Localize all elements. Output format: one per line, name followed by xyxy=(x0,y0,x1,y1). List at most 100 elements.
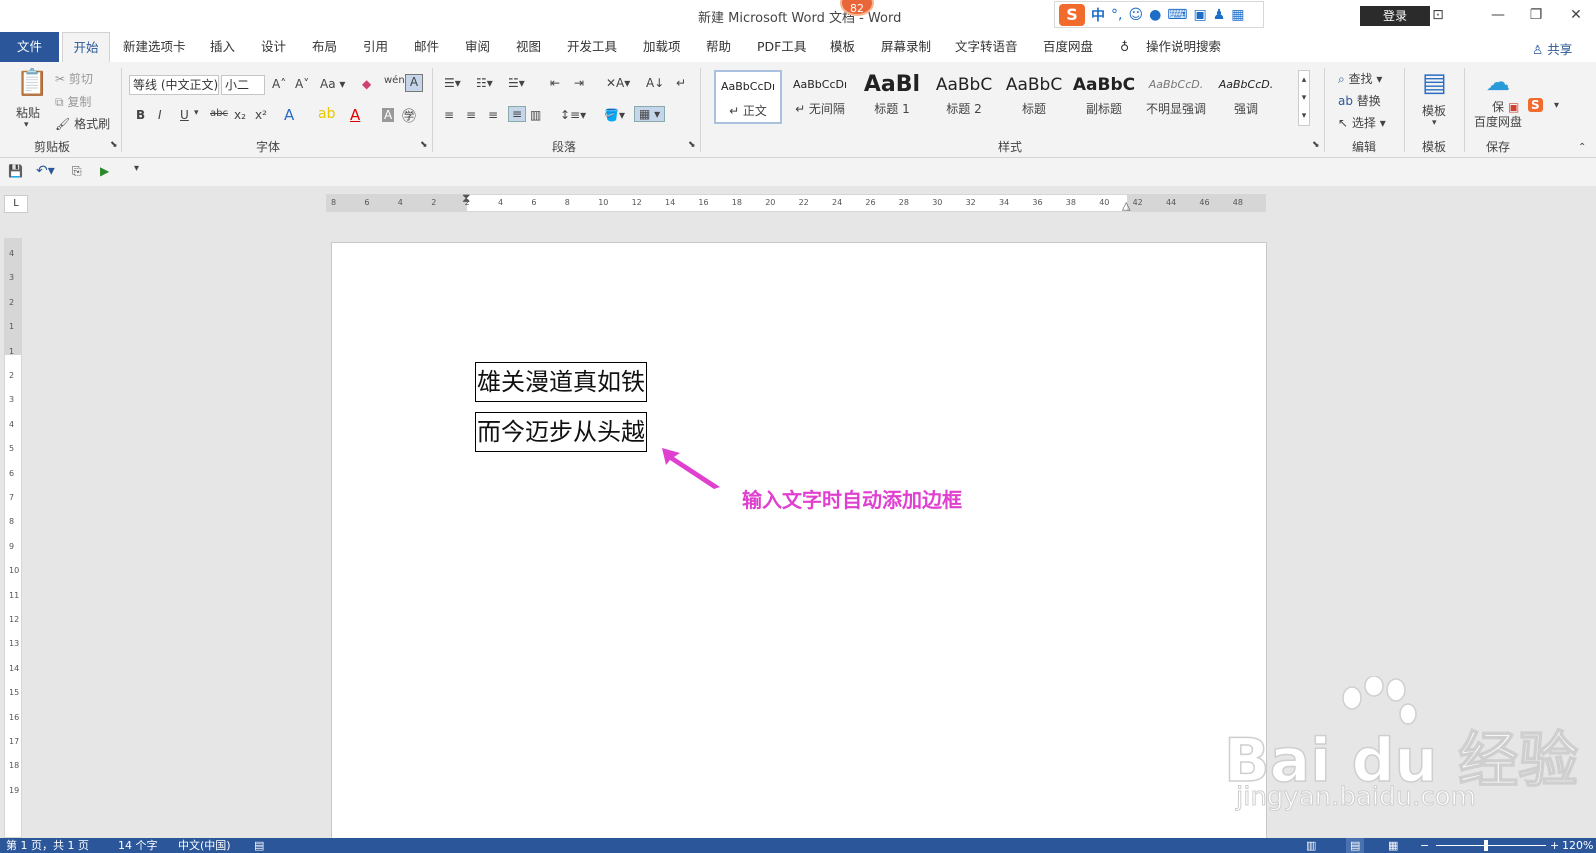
line-spacing-icon[interactable]: ↕≡▾ xyxy=(560,108,586,122)
tab-view[interactable]: 视图 xyxy=(516,32,541,62)
decrease-indent-icon[interactable]: ⇤ xyxy=(550,76,560,90)
paste-dropdown-icon[interactable]: ▾ xyxy=(24,120,29,130)
tab-addins[interactable]: 加载项 xyxy=(643,32,681,62)
style-heading-1[interactable]: AaBl 标题 1 xyxy=(858,70,926,124)
grid-icon[interactable]: ▦ xyxy=(1231,7,1244,23)
tab-templates[interactable]: 模板 xyxy=(830,32,855,62)
copy-button[interactable]: ⧉ 复制 xyxy=(55,93,91,110)
ribbon-display-options-icon[interactable]: ⊡ xyxy=(1418,4,1458,26)
paragraph-launcher-icon[interactable]: ⬊ xyxy=(688,140,696,150)
style-normal[interactable]: AaBbCcDı ↵ 正文 xyxy=(714,70,782,124)
tab-selector-icon[interactable]: L xyxy=(4,195,28,213)
tab-layout[interactable]: 布局 xyxy=(312,32,337,62)
collapse-ribbon-icon[interactable]: ⌃ xyxy=(1578,142,1586,153)
shrink-font-icon[interactable]: A˅ xyxy=(295,77,309,91)
zoom-in-icon[interactable]: + xyxy=(1550,838,1559,853)
tab-review[interactable]: 审阅 xyxy=(465,32,490,62)
indent-marker-icon[interactable]: ⧗ xyxy=(462,191,470,206)
cut-button[interactable]: ✂ 剪切 xyxy=(55,70,93,87)
tab-developer[interactable]: 开发工具 xyxy=(567,32,617,62)
sogou-logo-icon[interactable]: S xyxy=(1059,3,1085,26)
paste-icon[interactable]: 📋 xyxy=(16,68,48,98)
right-indent-icon[interactable]: △ xyxy=(1122,199,1130,212)
char-shading-icon[interactable]: A xyxy=(382,108,395,122)
sort-icon[interactable]: A↓ xyxy=(646,76,664,90)
tab-text-to-speech[interactable]: 文字转语音 xyxy=(955,32,1018,62)
tab-file[interactable]: 文件 xyxy=(0,32,59,62)
sogou-small-icon[interactable]: S xyxy=(1528,98,1543,112)
grow-font-icon[interactable]: A˄ xyxy=(272,77,286,91)
borders-icon[interactable]: ▦ ▾ xyxy=(634,106,666,122)
clipboard-qat-icon[interactable]: ⎘ xyxy=(72,164,82,179)
phonetic-guide-icon[interactable]: wén xyxy=(384,75,405,86)
strikethrough-icon[interactable]: abc xyxy=(210,108,228,119)
font-name-combo[interactable]: 等线 (中文正文) xyxy=(129,75,219,95)
undo-icon[interactable]: ↶▾ xyxy=(36,163,55,179)
clear-format-icon[interactable]: ◆ xyxy=(362,77,371,91)
underline-icon[interactable]: U xyxy=(180,108,189,122)
close-icon[interactable]: ✕ xyxy=(1556,4,1596,26)
justify-icon[interactable]: ≡ xyxy=(508,106,527,122)
underline-dropdown-icon[interactable]: ▾ xyxy=(194,108,199,118)
shading-icon[interactable]: 🪣▾ xyxy=(604,108,625,122)
select-button[interactable]: ↖ 选择 ▾ xyxy=(1338,114,1386,131)
distributed-icon[interactable]: ▥ xyxy=(530,108,541,122)
minimize-icon[interactable]: — xyxy=(1478,4,1518,26)
touch-mode-icon[interactable]: ▶ xyxy=(100,164,109,178)
font-launcher-icon[interactable]: ⬊ xyxy=(420,140,428,150)
tab-design[interactable]: 设计 xyxy=(261,32,286,62)
bordered-text-line[interactable]: 而今迈步从头越 xyxy=(475,412,647,452)
share-button[interactable]: ♙ 共享 xyxy=(1532,39,1572,58)
align-right-icon[interactable]: ≡ xyxy=(488,108,498,122)
styles-scroll-icon[interactable]: ▴ ▾ ▾ xyxy=(1298,70,1310,126)
tab-pdf-tools[interactable]: PDF工具 xyxy=(757,32,806,62)
vertical-ruler[interactable]: 4 3 2 1 1 2 3 4 5 6 7 8 9 10 11 12 13 14 15 16 17 18 19 xyxy=(4,238,22,838)
ime-punct-toggle[interactable]: °, xyxy=(1111,7,1122,23)
toolbox-icon[interactable]: ▣ xyxy=(1194,7,1207,23)
subscript-icon[interactable]: x₂ xyxy=(234,108,246,122)
asian-layout-icon[interactable]: ✕A▾ xyxy=(606,76,630,90)
smile-icon[interactable]: ☺ xyxy=(1128,7,1143,23)
read-mode-icon[interactable]: ▥ xyxy=(1306,838,1316,853)
italic-icon[interactable]: I xyxy=(158,108,162,122)
increase-indent-icon[interactable]: ⇥ xyxy=(574,76,584,90)
bordered-text-line[interactable]: 雄关漫道真如铁 xyxy=(475,362,647,402)
superscript-icon[interactable]: x² xyxy=(255,108,267,122)
zoom-slider[interactable] xyxy=(1436,845,1546,846)
horizontal-ruler[interactable]: 8 6 4 2 2 4 6 8 10 12 14 16 18 20 22 24 26 28 30 32 34 36 38 40… xyxy=(326,191,1266,212)
ime-mode-toggle[interactable]: 中 xyxy=(1091,5,1105,25)
tab-baidu-netdisk[interactable]: 百度网盘 xyxy=(1043,32,1093,62)
page-count[interactable]: 第 1 页，共 1 页 xyxy=(6,838,89,853)
pdf-icon[interactable]: ▣ xyxy=(1508,100,1519,114)
align-left-icon[interactable]: ≡ xyxy=(444,108,454,122)
font-color-icon[interactable]: A xyxy=(350,106,360,124)
tab-screen-record[interactable]: 屏幕录制 xyxy=(881,32,931,62)
numbering-icon[interactable]: ☷▾ xyxy=(476,76,493,90)
ime-toolbar[interactable]: S 中 °, ☺ ● ⌨ ▣ ♟ ▦ xyxy=(1054,1,1264,28)
web-layout-icon[interactable]: ▦ xyxy=(1388,838,1398,853)
format-painter-button[interactable]: 🖌 格式刷 xyxy=(55,115,110,132)
align-center-icon[interactable]: ≡ xyxy=(466,108,476,122)
tab-insert[interactable]: 插入 xyxy=(210,32,235,62)
style-heading-2[interactable]: AaBbC 标题 2 xyxy=(930,70,998,124)
font-size-combo[interactable]: 小二 xyxy=(221,75,265,95)
find-button[interactable]: ⌕ 查找 ▾ xyxy=(1338,70,1382,87)
template-icon[interactable]: ▤ xyxy=(1422,68,1447,98)
save-icon[interactable]: 💾 xyxy=(8,164,23,178)
tab-home[interactable]: 开始 xyxy=(62,32,110,62)
tab-references[interactable]: 引用 xyxy=(363,32,388,62)
show-marks-icon[interactable]: ↵ xyxy=(676,76,686,90)
clipboard-launcher-icon[interactable]: ⬊ xyxy=(110,140,118,150)
paste-button[interactable]: 粘贴 xyxy=(16,104,40,121)
language-indicator[interactable]: 中文(中国) xyxy=(178,838,231,853)
enclose-char-icon[interactable]: ㊫ xyxy=(402,106,416,126)
customize-qat-icon[interactable]: ▾ xyxy=(134,163,139,174)
print-layout-icon[interactable]: ▤ xyxy=(1346,838,1365,853)
overflow-icon[interactable]: ▾ xyxy=(1554,100,1559,111)
microphone-icon[interactable]: ● xyxy=(1149,7,1161,23)
keyboard-icon[interactable]: ⌨ xyxy=(1167,7,1187,23)
zoom-slider-thumb[interactable] xyxy=(1484,840,1488,851)
tab-mailings[interactable]: 邮件 xyxy=(414,32,439,62)
bullets-icon[interactable]: ☰▾ xyxy=(444,76,461,90)
styles-launcher-icon[interactable]: ⬊ xyxy=(1312,140,1320,150)
